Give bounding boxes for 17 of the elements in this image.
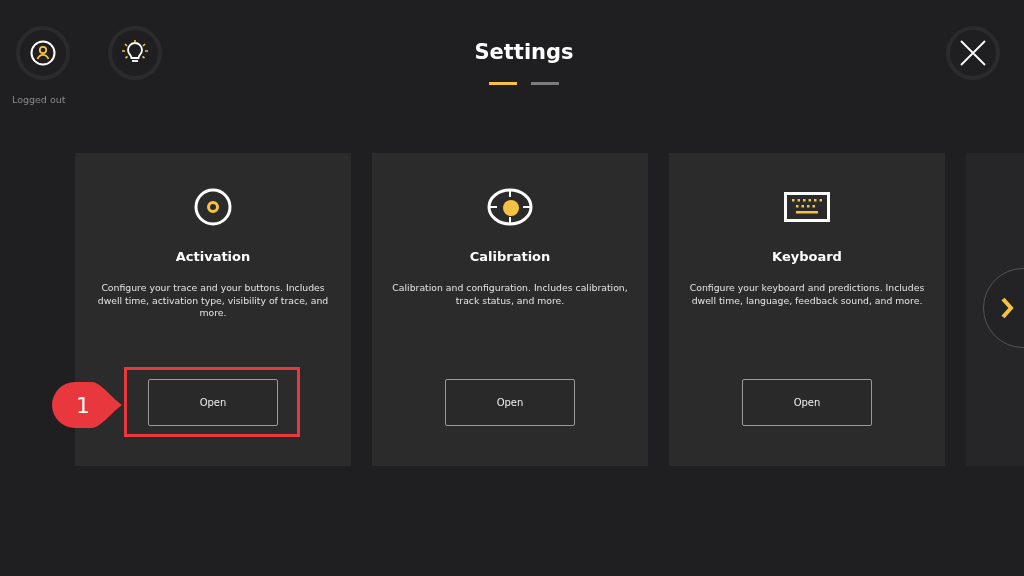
callout-number: 1 bbox=[75, 392, 90, 418]
open-button[interactable]: Open bbox=[148, 379, 278, 426]
card-title: Activation bbox=[175, 249, 251, 264]
crosshair-icon bbox=[487, 187, 533, 227]
login-status: Logged out bbox=[12, 94, 66, 105]
card-description: Calibration and configuration. Includes calibration, track status, and more. bbox=[392, 282, 628, 308]
target-icon bbox=[193, 187, 233, 227]
user-icon bbox=[30, 40, 56, 66]
open-button[interactable]: Open bbox=[742, 379, 872, 426]
close-icon bbox=[960, 40, 986, 66]
card-description: Configure your trace and your buttons. Includes dwell time, activation type, visibility of trace, and more. bbox=[96, 282, 330, 320]
card-title: Calibration bbox=[469, 249, 551, 264]
page-title: Settings bbox=[474, 40, 574, 64]
card-title: Keyboard bbox=[772, 249, 842, 264]
chevron-icon bbox=[1000, 296, 1014, 320]
card-description: Configure your keyboard and predictions. Includes dwell time, language, feedback sound, and more. bbox=[689, 282, 925, 308]
open-button[interactable]: Open bbox=[445, 379, 575, 426]
